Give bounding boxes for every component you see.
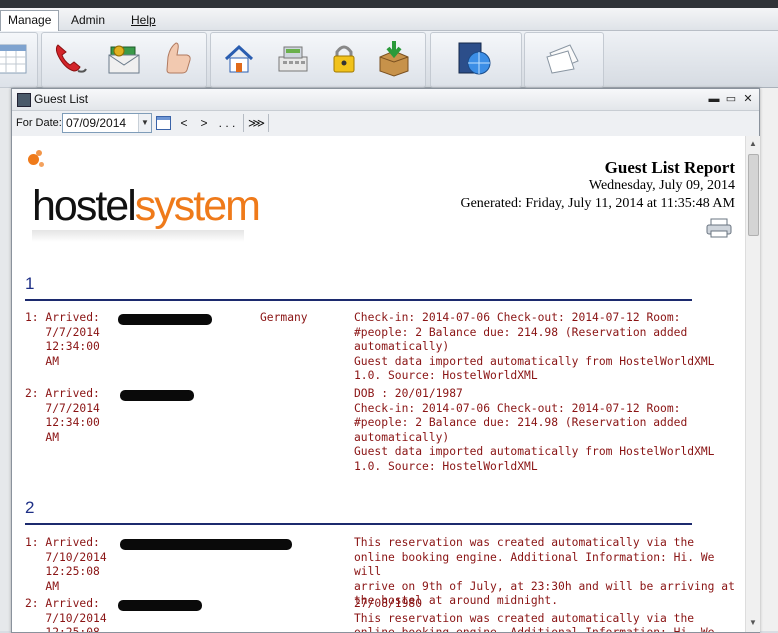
phone-icon[interactable] <box>50 39 88 77</box>
close-button[interactable]: ✕ <box>741 91 755 107</box>
box-download-icon[interactable] <box>375 39 413 77</box>
report-toolbar: For Date: 07/09/2014 ▼ < > . . . ⋙ <box>12 111 759 135</box>
guest-arrived: 1: Arrived: 7/7/2014 12:34:00 AM <box>25 311 100 368</box>
calendar-picker-icon[interactable] <box>156 116 171 130</box>
cash-register-icon[interactable] <box>274 39 312 77</box>
guest-list-window: Guest List ▬ ▭ ✕ For Date: 07/09/2014 ▼ … <box>11 88 760 633</box>
guest-details: 27/08/1980 This reservation was created … <box>354 597 714 632</box>
toolbar-separator <box>268 114 269 132</box>
group-divider <box>25 299 692 301</box>
guest-arrived: 2: Arrived: 7/10/2014 12:25:08 <box>25 597 107 632</box>
go-button[interactable]: ⋙ <box>248 115 265 131</box>
maximize-button[interactable]: ▭ <box>724 91 738 107</box>
scroll-up-icon[interactable]: ▲ <box>748 139 758 149</box>
logo-text: hostelsystem <box>32 182 261 230</box>
logo-dot <box>36 150 42 156</box>
guest-details: DOB : 20/01/1987 Check-in: 2014-07-06 Ch… <box>354 387 715 473</box>
toolbar-separator <box>243 114 244 132</box>
date-value: 07/09/2014 <box>66 116 127 130</box>
guest-arrived: 1: Arrived: 7/10/2014 12:25:08 AM <box>25 536 107 593</box>
menu-help[interactable]: Help <box>124 11 163 29</box>
scroll-down-icon[interactable]: ▼ <box>748 618 758 628</box>
menu-admin[interactable]: Admin <box>64 11 112 29</box>
scrollbar-thumb[interactable] <box>748 154 759 236</box>
thumbs-up-icon[interactable] <box>158 39 196 77</box>
hostelsystem-logo: hostelsystem <box>26 150 261 245</box>
report-viewer: hostelsystem Guest List Report Wednesday… <box>12 136 745 632</box>
vertical-scrollbar[interactable]: ▲ ▼ <box>745 136 760 632</box>
guest-country: Germany <box>260 311 308 324</box>
money-envelope-icon[interactable] <box>105 39 143 77</box>
background-app-right <box>758 88 778 631</box>
os-top-strip <box>0 0 778 8</box>
report-generated: Generated: Friday, July 11, 2014 at 11:3… <box>460 196 735 211</box>
printer-icon[interactable] <box>706 218 732 238</box>
envelope-icon[interactable] <box>544 39 582 77</box>
more-button[interactable]: . . . <box>216 115 238 131</box>
menu-bar: Manage Admin Help <box>0 8 778 31</box>
chevron-down-icon[interactable]: ▼ <box>138 114 151 132</box>
report-title: Guest List Report <box>604 158 735 177</box>
group-divider <box>25 523 692 525</box>
report-date: Wednesday, July 09, 2014 <box>588 178 735 193</box>
window-app-icon <box>17 93 31 107</box>
minimize-button[interactable]: ▬ <box>707 91 721 107</box>
group-heading: 1 <box>25 274 35 293</box>
menu-manage[interactable]: Manage <box>0 10 60 31</box>
home-icon[interactable] <box>220 39 258 77</box>
lock-icon[interactable] <box>325 39 363 77</box>
redacted-name <box>120 390 194 401</box>
ribbon-toolbar <box>0 31 778 88</box>
redacted-name <box>120 539 292 550</box>
guest-details: Check-in: 2014-07-06 Check-out: 2014-07-… <box>354 311 715 382</box>
for-date-label: For Date: <box>16 117 62 129</box>
window-title: Guest List <box>34 92 89 106</box>
redacted-name <box>118 600 202 611</box>
logo-dot <box>39 162 44 167</box>
prev-date-button[interactable]: < <box>178 115 190 131</box>
next-date-button[interactable]: > <box>198 115 210 131</box>
date-input[interactable]: 07/09/2014 ▼ <box>62 113 152 133</box>
window-titlebar[interactable]: Guest List ▬ ▭ ✕ <box>12 89 759 111</box>
logo-reflection <box>32 230 244 242</box>
globe-server-icon[interactable] <box>455 39 493 77</box>
calendar-icon[interactable] <box>0 39 30 77</box>
group-heading: 2 <box>25 498 35 517</box>
redacted-name <box>118 314 212 325</box>
guest-arrived: 2: Arrived: 7/7/2014 12:34:00 AM <box>25 387 100 444</box>
